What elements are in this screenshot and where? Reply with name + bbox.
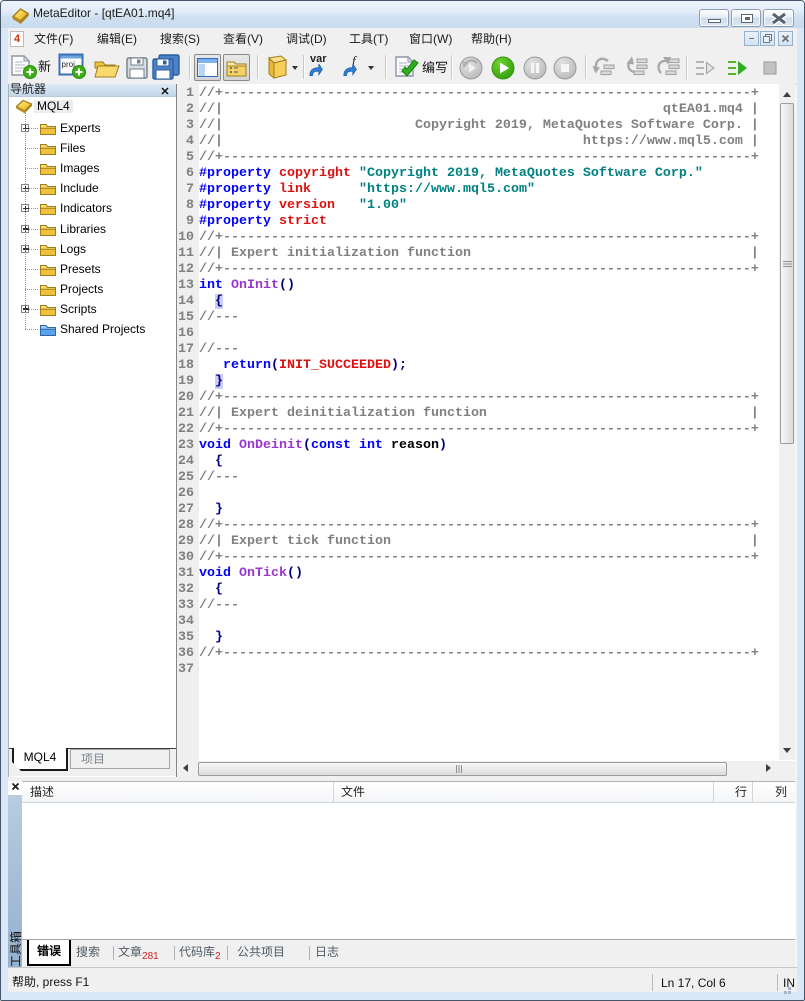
- svg-text:proj: proj: [62, 60, 76, 69]
